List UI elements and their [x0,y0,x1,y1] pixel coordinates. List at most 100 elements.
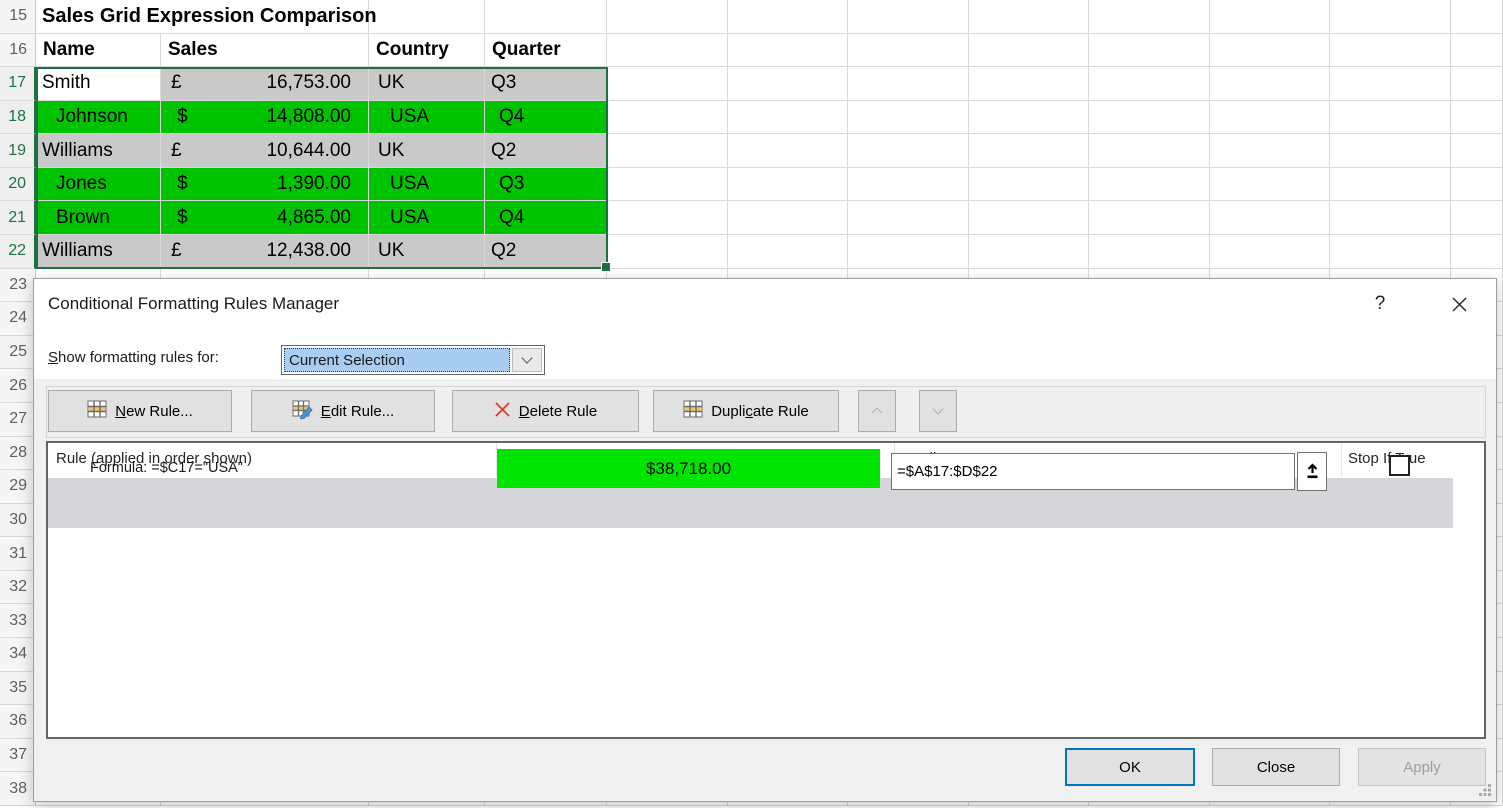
cell-F19[interactable] [728,134,849,168]
cell-I20[interactable] [1089,168,1210,202]
cell-G21[interactable] [848,201,969,235]
cell-C22[interactable]: UK [369,235,485,269]
cell-E22[interactable] [607,235,728,269]
cell-J16[interactable] [1210,34,1331,68]
cell-H20[interactable] [969,168,1090,202]
close-icon[interactable] [1442,289,1476,319]
resize-grip[interactable] [1479,784,1491,796]
cell-F17[interactable] [728,67,849,101]
row-header-27[interactable]: 27 [0,403,36,437]
cell-D20[interactable]: Q3 [485,168,607,202]
row-header-35[interactable]: 35 [0,672,36,706]
row-header-20[interactable]: 20 [0,168,36,202]
cell-G16[interactable] [848,34,969,68]
cell-D19[interactable]: Q2 [485,134,607,168]
move-down-button[interactable] [919,390,957,432]
row-header-36[interactable]: 36 [0,705,36,739]
cell-L21[interactable] [1451,201,1503,235]
cell-L20[interactable] [1451,168,1503,202]
cell-I15[interactable] [1089,0,1210,34]
cell-F21[interactable] [728,201,849,235]
cell-E20[interactable] [607,168,728,202]
row-header-22[interactable]: 22 [0,235,36,269]
cell-B20[interactable]: $1,390.00 [161,168,369,202]
row-header-18[interactable]: 18 [0,101,36,135]
combo-arrow-icon[interactable] [512,348,542,372]
cell-L16[interactable] [1451,34,1503,68]
cell-I21[interactable] [1089,201,1210,235]
cell-K20[interactable] [1330,168,1451,202]
cell-B17[interactable]: £16,753.00 [161,67,369,101]
sheet-title-cell[interactable]: Sales Grid Expression Comparison [36,0,161,34]
cell-I22[interactable] [1089,235,1210,269]
cell-I19[interactable] [1089,134,1210,168]
cell-A16[interactable]: Name [36,34,161,68]
cell-K19[interactable] [1330,134,1451,168]
close-button[interactable]: Close [1212,748,1340,786]
cell-A22[interactable]: Williams [36,235,161,269]
cell-E15[interactable] [607,0,728,34]
cell-I17[interactable] [1089,67,1210,101]
row-header-37[interactable]: 37 [0,739,36,773]
cell-C21[interactable]: USA [369,201,485,235]
cell-J15[interactable] [1210,0,1331,34]
cell-E19[interactable] [607,134,728,168]
row-header-31[interactable]: 31 [0,537,36,571]
cell-D17[interactable]: Q3 [485,67,607,101]
cell-D16[interactable]: Quarter [485,34,607,68]
row-header-34[interactable]: 34 [0,638,36,672]
row-header-28[interactable]: 28 [0,437,36,471]
cell-F16[interactable] [728,34,849,68]
cell-E16[interactable] [607,34,728,68]
move-up-button[interactable] [858,390,896,432]
cell-L22[interactable] [1451,235,1503,269]
cell-L18[interactable] [1451,101,1503,135]
row-header-38[interactable]: 38 [0,772,36,806]
cell-K15[interactable] [1330,0,1451,34]
cell-G19[interactable] [848,134,969,168]
help-icon[interactable]: ? [1363,289,1397,319]
row-header-25[interactable]: 25 [0,336,36,370]
cell-J22[interactable] [1210,235,1331,269]
cell-A18[interactable]: Johnson [36,101,161,135]
edit-rule-button[interactable]: Edit Rule... [251,390,435,432]
cell-G17[interactable] [848,67,969,101]
cell-L19[interactable] [1451,134,1503,168]
apply-button[interactable]: Apply [1358,748,1486,786]
cell-F22[interactable] [728,235,849,269]
cell-A21[interactable]: Brown [36,201,161,235]
cell-C20[interactable]: USA [369,168,485,202]
cell-E21[interactable] [607,201,728,235]
cell-J21[interactable] [1210,201,1331,235]
cell-D21[interactable]: Q4 [485,201,607,235]
row-header-15[interactable]: 15 [0,0,36,34]
row-header-19[interactable]: 19 [0,134,36,168]
cell-I16[interactable] [1089,34,1210,68]
cell-B22[interactable]: £12,438.00 [161,235,369,269]
cell-F18[interactable] [728,101,849,135]
cell-J19[interactable] [1210,134,1331,168]
cell-G15[interactable] [848,0,969,34]
cell-J17[interactable] [1210,67,1331,101]
cell-E18[interactable] [607,101,728,135]
cell-G18[interactable] [848,101,969,135]
cell-H22[interactable] [969,235,1090,269]
row-header-26[interactable]: 26 [0,369,36,403]
cell-K17[interactable] [1330,67,1451,101]
row-header-17[interactable]: 17 [0,67,36,101]
cell-I18[interactable] [1089,101,1210,135]
row-header-24[interactable]: 24 [0,302,36,336]
cell-A17[interactable]: Smith [36,67,161,101]
row-header-33[interactable]: 33 [0,604,36,638]
show-rules-dropdown[interactable]: Current Selection [281,345,545,375]
cell-A20[interactable]: Jones [36,168,161,202]
cell-K22[interactable] [1330,235,1451,269]
cell-F15[interactable] [728,0,849,34]
cell-H19[interactable] [969,134,1090,168]
cell-C16[interactable]: Country [369,34,485,68]
cell-C18[interactable]: USA [369,101,485,135]
duplicate-rule-button[interactable]: Duplicate Rule [653,390,839,432]
cell-H15[interactable] [969,0,1090,34]
cell-E17[interactable] [607,67,728,101]
ok-button[interactable]: OK [1065,748,1195,786]
